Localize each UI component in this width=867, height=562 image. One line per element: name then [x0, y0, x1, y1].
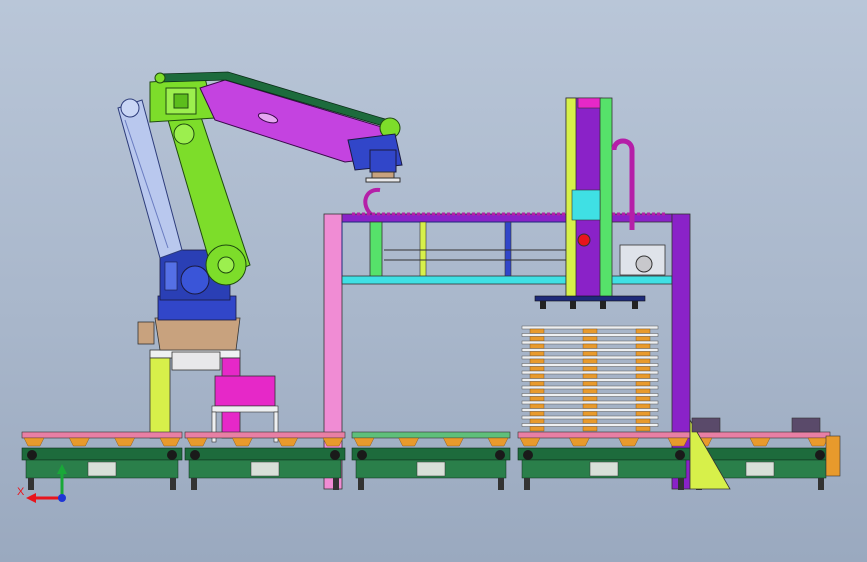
- conveyor-roller: [569, 437, 590, 447]
- x-axis-label: X: [17, 486, 25, 498]
- pallet-gripper: [534, 295, 646, 309]
- conveyor-motor: [250, 461, 280, 477]
- conveyor-roller: [519, 437, 541, 447]
- pallet-layer: [521, 385, 659, 394]
- cad-viewport[interactable]: X: [0, 0, 867, 562]
- conveyor-roller: [186, 437, 208, 447]
- conveyor-roller: [807, 437, 829, 447]
- conveyor-leg: [498, 478, 504, 490]
- pallet-layer: [521, 423, 659, 432]
- conveyor-roller: [487, 437, 509, 447]
- conveyor-top-rail: [517, 431, 691, 439]
- conveyor-sprocket: [357, 450, 367, 460]
- conveyor-beam: [517, 447, 691, 461]
- conveyor-sprocket: [523, 450, 533, 460]
- conveyor-roller: [353, 437, 375, 447]
- conveyor-segment: [184, 431, 346, 490]
- conveyor-roller: [114, 437, 135, 447]
- conveyor-segment: [517, 431, 691, 490]
- conveyor-leg: [28, 478, 34, 490]
- pallet-layer: [521, 393, 659, 402]
- pallet-layer: [521, 370, 659, 379]
- conveyor-leg: [191, 478, 197, 490]
- pallet-stack: [521, 325, 659, 432]
- conveyor-segment: [21, 431, 183, 490]
- conveyor-sprocket: [495, 450, 505, 460]
- conveyor-roller: [618, 437, 639, 447]
- conveyor-leg: [678, 478, 684, 490]
- conveyor-sprocket: [815, 450, 825, 460]
- conveyor-motor: [589, 461, 619, 477]
- conveyor-sprocket: [330, 450, 340, 460]
- conveyor-leg: [524, 478, 530, 490]
- conveyor-roller: [69, 437, 90, 447]
- conveyor-roller: [398, 437, 419, 447]
- pallet-layer: [521, 348, 659, 357]
- conveyor-beam: [21, 447, 183, 461]
- conveyor-beam: [351, 447, 511, 461]
- pallet-layer: [521, 340, 659, 349]
- conveyor-sprocket: [167, 450, 177, 460]
- pallet-layer: [521, 363, 659, 372]
- conveyor-segment: [351, 431, 511, 490]
- conveyor-sprocket: [27, 450, 37, 460]
- cable-loop: [363, 187, 381, 217]
- conveyor-roller: [232, 437, 253, 447]
- conveyor-motor: [745, 461, 775, 477]
- conveyor-leg: [818, 478, 824, 490]
- pallet-layer: [521, 400, 659, 409]
- conveyor-roller: [749, 437, 771, 447]
- conveyor-beam: [184, 447, 346, 461]
- pallet-layer: [521, 325, 659, 334]
- conveyor-top-rail: [689, 431, 831, 439]
- conveyor-leg: [358, 478, 364, 490]
- conveyor-roller: [159, 437, 181, 447]
- cad-scene: X: [17, 71, 841, 503]
- conveyor-roller: [277, 437, 298, 447]
- conveyor-sprocket: [675, 450, 685, 460]
- pallet-layer: [521, 415, 659, 424]
- pallet-layer: [521, 408, 659, 417]
- conveyor-motor: [416, 461, 446, 477]
- conveyor-top-rail: [184, 431, 346, 439]
- conveyor-top-rail: [351, 431, 511, 439]
- pallet-layer: [521, 333, 659, 342]
- conveyor-leg: [170, 478, 176, 490]
- pallet-layer: [521, 355, 659, 364]
- pallet-layer: [521, 378, 659, 387]
- conveyor-roller: [443, 437, 464, 447]
- conveyor-top-rail: [21, 431, 183, 439]
- conveyor-sprocket: [190, 450, 200, 460]
- conveyor-roller: [23, 437, 45, 447]
- conveyor-motor: [87, 461, 117, 477]
- conveyor-leg: [333, 478, 339, 490]
